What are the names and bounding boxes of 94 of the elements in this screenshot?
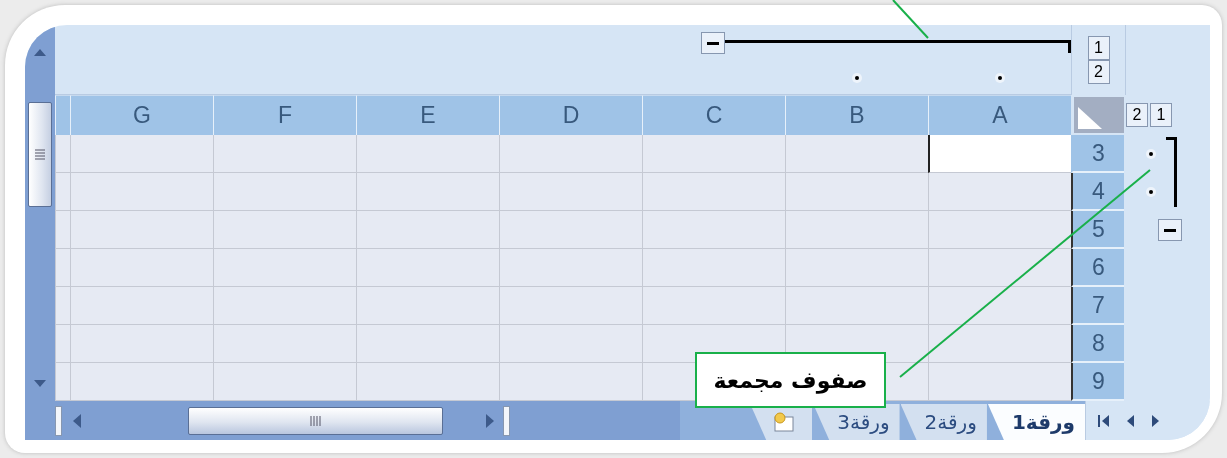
scroll-thumb[interactable]	[28, 102, 52, 207]
row-header[interactable]: 4	[1071, 173, 1124, 211]
sheet-cell[interactable]	[928, 325, 1071, 363]
scrollbar-corner	[25, 401, 55, 440]
sheet-cell[interactable]	[356, 173, 499, 211]
sheet-cell[interactable]	[499, 249, 642, 287]
first-sheet-icon[interactable]	[1098, 413, 1110, 428]
row-header[interactable]: 5	[1071, 211, 1124, 249]
select-all-button[interactable]	[1074, 97, 1124, 133]
sheet-cell[interactable]	[70, 135, 213, 173]
sheet-cell[interactable]	[356, 287, 499, 325]
sheet-cell[interactable]	[55, 249, 70, 287]
sheet-cell[interactable]	[55, 211, 70, 249]
scroll-thumb[interactable]	[188, 406, 443, 435]
outline-level-button[interactable]: 2	[1126, 103, 1148, 127]
sheet-cell[interactable]	[642, 249, 785, 287]
sheet-tab[interactable]: ورقة2	[900, 404, 987, 440]
active-cell[interactable]	[928, 135, 1071, 173]
collapse-button[interactable]	[1158, 219, 1182, 241]
split-handle[interactable]	[55, 405, 62, 436]
sheet-cell[interactable]	[928, 211, 1071, 249]
row-header[interactable]: 3	[1071, 135, 1124, 173]
sheet-cell[interactable]	[785, 135, 928, 173]
sheet-cell[interactable]	[213, 173, 356, 211]
column-header[interactable]: B	[785, 95, 928, 135]
horizontal-scrollbar[interactable]	[55, 401, 510, 440]
column-header[interactable]: G	[70, 95, 213, 135]
down-arrow-icon[interactable]	[32, 379, 48, 389]
sheet-cell[interactable]	[785, 211, 928, 249]
grip-icon	[308, 414, 323, 427]
column-header[interactable]: D	[499, 95, 642, 135]
split-handle[interactable]	[503, 405, 510, 436]
callout-tooltip: صفوف مجمعة	[695, 352, 886, 408]
grip-icon	[34, 147, 46, 162]
row-header[interactable]: 6	[1071, 249, 1124, 287]
sheet-cell[interactable]	[642, 173, 785, 211]
row-header[interactable]: 9	[1071, 363, 1124, 401]
column-header[interactable]	[55, 95, 70, 135]
sheet-cell[interactable]	[499, 135, 642, 173]
column-header[interactable]: F	[213, 95, 356, 135]
triangle-icon	[1078, 107, 1102, 129]
sheet-cell[interactable]	[213, 211, 356, 249]
sheet-cell[interactable]	[70, 249, 213, 287]
column-header[interactable]: E	[356, 95, 499, 135]
sheet-cell[interactable]	[55, 325, 70, 363]
sheet-cell[interactable]	[785, 249, 928, 287]
sheet-cell[interactable]	[213, 249, 356, 287]
sheet-cell[interactable]	[499, 173, 642, 211]
sheet-cell[interactable]	[499, 363, 642, 401]
sheet-cell[interactable]	[55, 135, 70, 173]
sheet-cell[interactable]	[70, 211, 213, 249]
sheet-cell[interactable]	[928, 363, 1071, 401]
sheet-cell[interactable]	[213, 325, 356, 363]
next-sheet-icon[interactable]	[1151, 413, 1160, 428]
sheet-cell[interactable]	[70, 173, 213, 211]
sheet-cell[interactable]	[356, 249, 499, 287]
sheet-cell[interactable]	[642, 287, 785, 325]
sheet-cell[interactable]	[642, 135, 785, 173]
sheet-cell[interactable]	[55, 173, 70, 211]
sheet-cell[interactable]	[213, 363, 356, 401]
sheet-cell[interactable]	[356, 211, 499, 249]
leader-line	[892, 0, 929, 39]
collapse-button[interactable]	[701, 32, 725, 54]
sheet-cell[interactable]	[499, 325, 642, 363]
sheet-cell[interactable]	[55, 363, 70, 401]
sheet-cell[interactable]	[785, 287, 928, 325]
sheet-tab[interactable]: ورقة1	[987, 404, 1085, 440]
sheet-cell[interactable]	[356, 363, 499, 401]
sheet-cell[interactable]	[213, 135, 356, 173]
column-header[interactable]: C	[642, 95, 785, 135]
sheet-cell[interactable]	[928, 287, 1071, 325]
outline-level-button[interactable]: 1	[1087, 36, 1110, 60]
sheet-cell[interactable]	[642, 211, 785, 249]
sheet-cell[interactable]	[499, 287, 642, 325]
outline-level-button[interactable]: 1	[1150, 103, 1172, 127]
sheet-cell[interactable]	[499, 211, 642, 249]
sheet-cell[interactable]	[55, 287, 70, 325]
sheet-cell[interactable]	[70, 287, 213, 325]
previous-sheet-icon[interactable]	[1126, 413, 1135, 428]
row-header[interactable]: 8	[1071, 325, 1124, 363]
sheet-cell[interactable]	[70, 363, 213, 401]
sheet-cell[interactable]	[356, 135, 499, 173]
sheet-tab[interactable]: ورقة3	[813, 404, 900, 440]
outline-level-button[interactable]: 2	[1087, 60, 1110, 84]
sheet-cell[interactable]	[928, 173, 1071, 211]
sheet-cell[interactable]	[356, 325, 499, 363]
sheet-cell[interactable]	[70, 325, 213, 363]
row-header[interactable]: 7	[1071, 287, 1124, 325]
up-arrow-icon[interactable]	[32, 47, 48, 57]
sheet-cell[interactable]	[928, 249, 1071, 287]
sheet-cell[interactable]	[213, 287, 356, 325]
outline-bracket	[1166, 137, 1177, 207]
sheet-cell[interactable]	[785, 173, 928, 211]
column-header[interactable]: A	[928, 95, 1071, 135]
